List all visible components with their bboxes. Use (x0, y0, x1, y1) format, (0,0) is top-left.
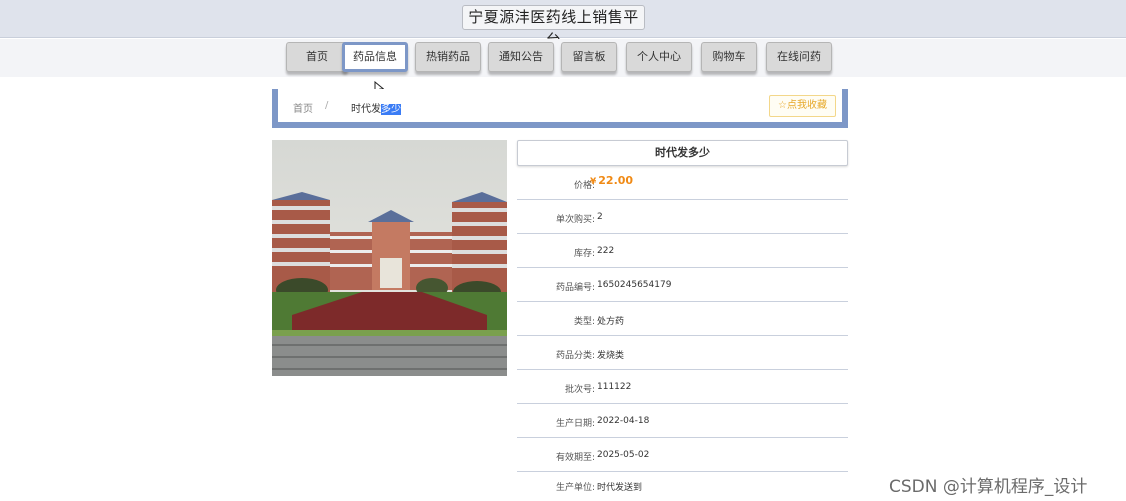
detail-row: 药品编号: 1650245654179 (517, 268, 848, 302)
detail-label: 生产日期: (555, 419, 595, 429)
detail-row-price: 价格: ¥22.00 (517, 166, 848, 200)
detail-value: 111122 (597, 382, 632, 392)
nav-item-online-consult[interactable]: 在线问药 (766, 42, 832, 72)
detail-label: 生产单位: (555, 483, 595, 493)
product-name: 时代发多少 (517, 140, 848, 166)
detail-row: 药品分类: 发烧类 (517, 336, 848, 370)
detail-label: 批次号: (564, 385, 595, 395)
detail-label: 库存: (573, 249, 595, 259)
product-image (272, 140, 507, 376)
detail-row: 批次号: 111122 (517, 370, 848, 404)
detail-row: 单次购买: 2 (517, 200, 848, 234)
breadcrumb-current: 时代发多少 (351, 100, 401, 115)
price-amount: 22.00 (598, 174, 634, 187)
detail-label: 药品分类: (555, 351, 595, 361)
site-title: 宁夏源沣医药线上销售平台 (462, 5, 645, 49)
price-value: ¥22.00 (590, 174, 633, 187)
nav-item-home[interactable]: 首页 (286, 42, 348, 72)
detail-label: 有效期至: (555, 453, 595, 463)
detail-row: 类型: 处方药 (517, 302, 848, 336)
nav-item-hot-medicine[interactable]: 热销药品 (415, 42, 481, 72)
breadcrumb-selected-text: 多少 (381, 104, 401, 115)
detail-row: 生产单位: 时代发送到 (517, 468, 848, 501)
nav-item-medicine-info[interactable]: 药品信息 (342, 42, 408, 72)
breadcrumb-home-link[interactable]: 首页 (293, 100, 313, 115)
detail-label: 药品编号: (555, 283, 595, 293)
breadcrumb-separator: / (325, 100, 329, 111)
detail-value: 2022-04-18 (597, 416, 650, 426)
detail-value: 2 (597, 212, 603, 222)
detail-value: 时代发送到 (597, 483, 643, 493)
nav-item-notices[interactable]: 通知公告 (488, 42, 554, 72)
detail-label: 类型: (573, 317, 595, 327)
detail-row: 有效期至: 2025-05-02 (517, 438, 848, 472)
favorite-button[interactable]: ☆点我收藏 (769, 95, 836, 117)
detail-value: 2025-05-02 (597, 450, 650, 460)
detail-value: 发烧类 (597, 351, 625, 361)
detail-row: 库存: 222 (517, 234, 848, 268)
nav-item-personal-center[interactable]: 个人中心 (626, 42, 692, 72)
breadcrumb-current-text: 时代发 (351, 104, 381, 115)
currency-symbol: ¥ (590, 177, 597, 187)
watermark: CSDN @计算机程序_设计 (889, 477, 1088, 497)
detail-value: 1650245654179 (597, 280, 672, 290)
nav-item-cart[interactable]: 购物车 (701, 42, 757, 72)
detail-value: 处方药 (597, 317, 625, 327)
detail-label: 单次购买: (555, 215, 595, 225)
detail-value: 222 (597, 246, 615, 256)
nav-item-message-board[interactable]: 留言板 (561, 42, 617, 72)
detail-row: 生产日期: 2022-04-18 (517, 404, 848, 438)
